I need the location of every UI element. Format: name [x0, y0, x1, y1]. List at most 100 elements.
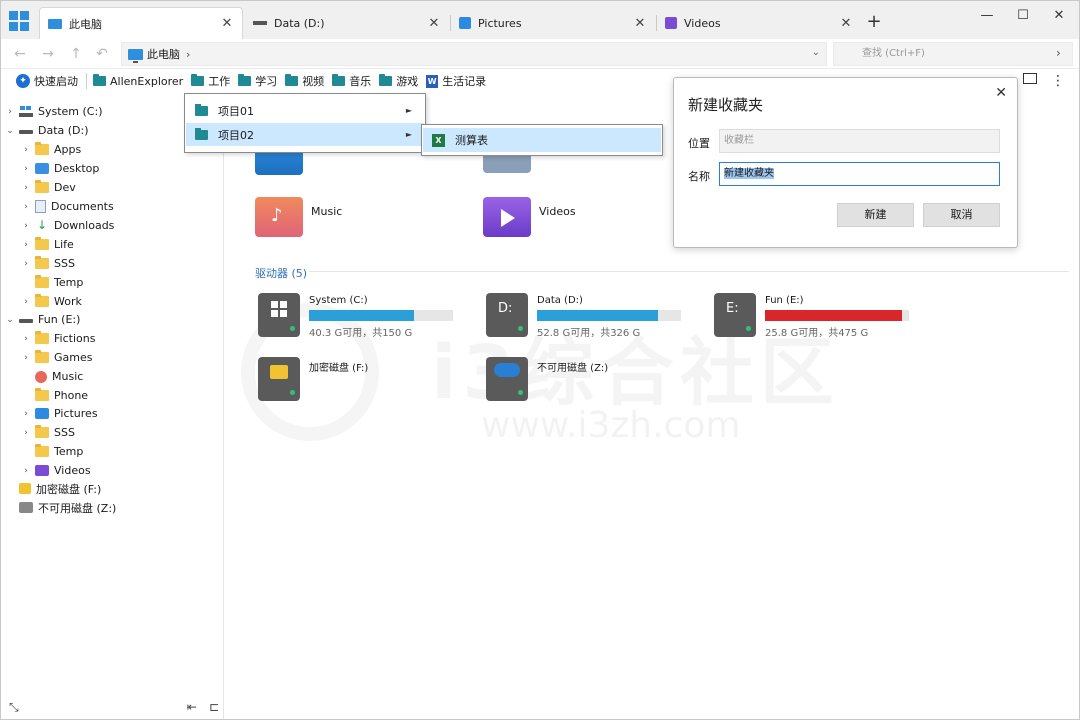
bookmark-quick-access[interactable]: ✦ 快速启动 — [16, 73, 78, 89]
chevron-right-icon[interactable]: › — [21, 240, 31, 250]
tree-item-encrypted-f[interactable]: 加密磁盘 (F:) — [5, 479, 101, 498]
create-button[interactable]: 新建 — [837, 203, 914, 227]
close-icon[interactable]: ✕ — [427, 16, 441, 31]
tree-item-temp[interactable]: Temp — [21, 273, 83, 292]
layout-pane-icon[interactable] — [1023, 73, 1037, 84]
bookmark-item[interactable]: 学习 — [238, 73, 277, 89]
cancel-button[interactable]: 取消 — [923, 203, 1000, 227]
tree-item-sss[interactable]: › SSS — [21, 254, 75, 273]
tree-item-work[interactable]: › Work — [21, 292, 82, 311]
close-icon[interactable]: ✕ — [839, 16, 853, 31]
close-icon[interactable]: ✕ — [633, 16, 647, 31]
menu-item-spreadsheet[interactable]: X 测算表 — [423, 128, 661, 152]
search-go-icon[interactable]: › — [1056, 46, 1061, 60]
chevron-right-icon[interactable]: › — [21, 466, 31, 476]
chevron-right-icon[interactable]: › — [21, 183, 31, 193]
maximize-button[interactable]: ☐ — [1005, 1, 1041, 31]
menu-item-label: 测算表 — [455, 134, 488, 147]
drive-usage-fill — [537, 310, 658, 321]
chevron-right-icon[interactable]: › — [21, 221, 31, 231]
tree-view-icon[interactable]: ⊏ — [209, 700, 219, 715]
bookmark-item[interactable]: 视频 — [285, 73, 324, 89]
drive-letter: D: — [498, 301, 513, 316]
tree-item-apps[interactable]: › Apps — [21, 140, 81, 159]
tree-item-videos[interactable]: › Videos — [21, 461, 90, 480]
bookmark-item[interactable]: 音乐 — [332, 73, 371, 89]
bookmark-item[interactable]: W 生活记录 — [426, 73, 486, 89]
tree-item-unavailable-z[interactable]: 不可用磁盘 (Z:) — [5, 498, 116, 517]
chevron-down-icon[interactable]: ⌄ — [812, 47, 820, 58]
tree-item-games[interactable]: › Games — [21, 348, 92, 367]
tree-item-system-c[interactable]: › System (C:) — [5, 102, 102, 121]
name-field[interactable]: 新建收藏夹 — [719, 162, 1000, 186]
tree-item-sss-2[interactable]: › SSS — [21, 423, 75, 442]
bookmark-item[interactable]: 工作 — [191, 73, 230, 89]
tree-item-label: Data (D:) — [38, 124, 89, 137]
forward-arrow-icon[interactable]: → — [39, 45, 57, 63]
music-folder-icon — [255, 197, 303, 237]
tree-item-fictions[interactable]: › Fictions — [21, 329, 95, 348]
drive-card-d[interactable]: D: Data (D:) 52.8 G可用，共326 G — [486, 293, 696, 339]
tree-item-pictures[interactable]: › Pictures — [21, 404, 97, 423]
chevron-right-icon[interactable]: › — [21, 297, 31, 307]
chevron-right-icon[interactable]: › — [21, 409, 31, 419]
undo-icon[interactable]: ↶ — [93, 45, 111, 63]
chevron-right-icon[interactable]: › — [21, 145, 31, 155]
drive-card-f[interactable]: 加密磁盘 (F:) — [258, 357, 468, 403]
lock-icon — [270, 365, 288, 379]
collapse-all-icon[interactable]: ⤡ — [9, 700, 19, 715]
close-window-button[interactable]: ✕ — [1041, 1, 1077, 31]
chevron-right-icon[interactable]: › — [21, 259, 31, 269]
chevron-right-icon[interactable]: › — [5, 107, 15, 117]
new-tab-button[interactable]: + — [865, 13, 883, 31]
tree-item-downloads[interactable]: › ↓ Downloads — [21, 216, 114, 235]
tab-this-pc[interactable]: 此电脑 ✕ — [39, 7, 243, 39]
close-icon[interactable]: ✕ — [220, 16, 234, 31]
bookmark-item[interactable]: 游戏 — [379, 73, 418, 89]
folder-icon — [35, 237, 49, 250]
folder-tile-videos[interactable]: Videos — [483, 197, 576, 237]
tree-item-desktop[interactable]: › Desktop — [21, 159, 99, 178]
folder-icon — [93, 74, 106, 86]
chevron-right-icon[interactable]: › — [21, 202, 31, 212]
address-path[interactable]: 此电脑 — [147, 46, 180, 62]
chevron-right-icon[interactable]: › — [21, 334, 31, 344]
drive-card-c[interactable]: System (C:) 40.3 G可用，共150 G — [258, 293, 468, 339]
tree-item-life[interactable]: › Life — [21, 235, 74, 254]
tree-item-temp-2[interactable]: Temp — [21, 442, 83, 461]
app-logo-icon[interactable] — [9, 11, 29, 31]
chevron-right-icon[interactable]: › — [21, 164, 31, 174]
chevron-down-icon[interactable]: ⌄ — [5, 315, 15, 325]
more-options-icon[interactable]: ⋮ — [1051, 73, 1065, 89]
indent-icon[interactable]: ⇤ — [187, 700, 197, 715]
minimize-button[interactable]: — — [969, 1, 1005, 31]
tree-item-phone[interactable]: Phone — [21, 386, 88, 405]
chevron-right-icon[interactable]: › — [21, 353, 31, 363]
search-input[interactable]: 查找 (Ctrl+F) — [833, 42, 1073, 66]
folder-tile-music[interactable]: Music — [255, 197, 342, 237]
drive-card-z[interactable]: 不可用磁盘 (Z:) — [486, 357, 696, 403]
tab-data-d[interactable]: Data (D:) ✕ — [245, 7, 449, 39]
bookmark-item[interactable]: AllenExplorer — [93, 74, 183, 88]
tree-item-dev[interactable]: › Dev — [21, 178, 76, 197]
tree-item-fun-e[interactable]: ⌄ Fun (E:) — [5, 310, 80, 329]
drives-section-title[interactable]: 驱动器 (5) — [255, 265, 307, 281]
folder-icon — [35, 294, 49, 307]
chevron-right-icon[interactable]: › — [21, 428, 31, 438]
menu-item-project01[interactable]: 项目01 ► — [186, 99, 424, 122]
tab-videos[interactable]: Videos ✕ — [657, 7, 861, 39]
chevron-down-icon[interactable]: ⌄ — [5, 126, 15, 136]
back-arrow-icon[interactable]: ← — [11, 45, 29, 63]
tab-pictures[interactable]: Pictures ✕ — [451, 7, 655, 39]
close-icon[interactable]: ✕ — [995, 85, 1007, 101]
address-bar[interactable]: 此电脑 › ⌄ — [121, 42, 827, 66]
drive-card-e[interactable]: E: Fun (E:) 25.8 G可用，共475 G — [714, 293, 924, 339]
tree-item-music[interactable]: Music — [21, 367, 83, 386]
chevron-right-icon[interactable]: › — [186, 48, 190, 61]
up-arrow-icon[interactable]: ↑ — [67, 45, 85, 63]
tree-item-data-d[interactable]: ⌄ Data (D:) — [5, 121, 89, 140]
folder-icon — [35, 331, 49, 344]
tree-item-documents[interactable]: › Documents — [21, 197, 114, 216]
menu-item-project02[interactable]: 项目02 ► — [186, 123, 424, 146]
bookmark-submenu: X 测算表 — [421, 124, 663, 156]
